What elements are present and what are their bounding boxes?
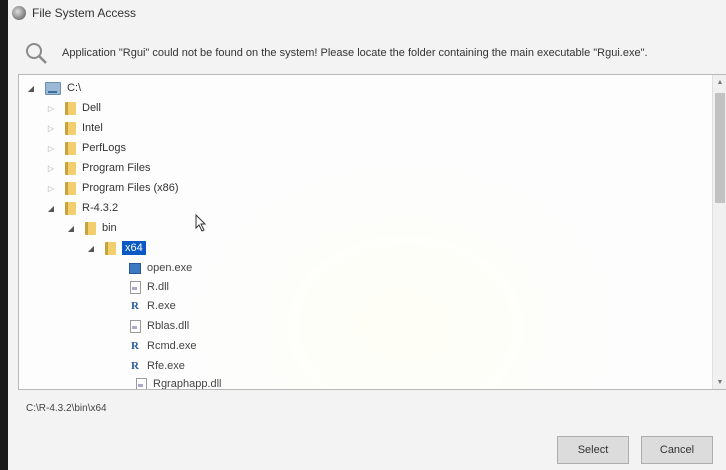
dll-icon [135, 377, 147, 389]
tree-node-label: bin [102, 222, 117, 234]
tree-node-folder[interactable]: ▷ Program Files (x86) [45, 179, 179, 197]
tree-node-folder-selected[interactable]: ◢ x64 [85, 239, 146, 257]
folder-icon [65, 161, 76, 175]
expanded-arrow-icon[interactable]: ◢ [45, 204, 57, 213]
tree-file-item[interactable]: open.exe [129, 259, 192, 277]
vertical-scrollbar[interactable]: ▲ ▼ [712, 75, 726, 389]
tree-node-drive-c[interactable]: ◢ C:\ [25, 79, 81, 97]
file-system-access-dialog: File System Access Application "Rgui" co… [8, 0, 726, 470]
tree-node-folder[interactable]: ▷ Intel [45, 119, 103, 137]
search-icon [26, 43, 47, 64]
message-row: Application "Rgui" could not be found on… [24, 38, 716, 68]
tree-node-label: Intel [82, 122, 103, 134]
tree-file-item[interactable]: R R.exe [129, 297, 176, 315]
title-bar: File System Access [8, 0, 726, 26]
folder-icon [85, 221, 96, 235]
tree-node-label: PerfLogs [82, 142, 127, 154]
collapsed-arrow-icon[interactable]: ▷ [45, 104, 57, 113]
dll-icon [129, 319, 141, 333]
scroll-up-arrow-icon[interactable]: ▲ [713, 75, 726, 89]
dll-icon [129, 280, 141, 294]
folder-tree-panel[interactable]: ◢ C:\ ▷ Dell ▷ Intel ▷ PerfLogs ▷ Progra… [18, 74, 726, 390]
file-label: open.exe [147, 262, 193, 274]
tree-node-label: C:\ [67, 82, 82, 94]
tree-node-label-selected[interactable]: x64 [122, 241, 146, 255]
file-label: Rcmd.exe [147, 340, 197, 352]
folder-icon [65, 201, 76, 215]
tree-node-folder[interactable]: ▷ PerfLogs [45, 139, 126, 157]
tree-file-item[interactable]: Rblas.dll [129, 317, 189, 335]
folder-icon [65, 141, 76, 155]
expanded-arrow-icon[interactable]: ◢ [85, 244, 97, 253]
tree-file-item[interactable]: Rgraphapp.dll [135, 375, 222, 390]
file-label: Rgraphapp.dll [153, 378, 222, 390]
screen-bezel [0, 0, 8, 470]
error-message: Application "Rgui" could not be found on… [62, 47, 648, 59]
collapsed-arrow-icon[interactable]: ▷ [45, 184, 57, 193]
r-icon: R [131, 340, 139, 352]
expanded-arrow-icon[interactable]: ◢ [25, 84, 37, 93]
tree-node-label: R-4.3.2 [82, 202, 119, 214]
tree-file-item[interactable]: R Rfe.exe [129, 357, 185, 375]
folder-tree[interactable]: ◢ C:\ ▷ Dell ▷ Intel ▷ PerfLogs ▷ Progra… [19, 75, 713, 389]
tree-file-item[interactable]: R.dll [129, 278, 169, 296]
folder-icon [65, 121, 76, 135]
file-label: Rfe.exe [147, 360, 185, 372]
file-label: R.exe [147, 300, 176, 312]
tree-node-label: Dell [82, 102, 101, 114]
collapsed-arrow-icon[interactable]: ▷ [45, 124, 57, 133]
scroll-thumb[interactable] [715, 93, 725, 203]
tree-file-item[interactable]: R Rcmd.exe [129, 337, 197, 355]
folder-icon [105, 241, 116, 255]
collapsed-arrow-icon[interactable]: ▷ [45, 164, 57, 173]
tree-node-folder-bin[interactable]: ◢ bin [65, 219, 117, 237]
selected-path: C:\R-4.3.2\bin\x64 [26, 403, 107, 414]
collapsed-arrow-icon[interactable]: ▷ [45, 144, 57, 153]
tree-node-label: Program Files [82, 162, 151, 174]
tree-node-folder[interactable]: ▷ Program Files [45, 159, 150, 177]
cancel-button[interactable]: Cancel [641, 436, 713, 464]
tree-node-folder[interactable]: ▷ Dell [45, 99, 101, 117]
file-label: Rblas.dll [147, 320, 190, 332]
scroll-down-arrow-icon[interactable]: ▼ [713, 375, 726, 389]
tree-node-folder[interactable]: ◢ R-4.3.2 [45, 199, 118, 217]
expanded-arrow-icon[interactable]: ◢ [65, 224, 77, 233]
r-icon: R [131, 360, 139, 372]
drive-icon [45, 81, 61, 95]
r-icon: R [131, 300, 139, 312]
exe-icon [129, 262, 141, 274]
select-button[interactable]: Select [557, 436, 629, 464]
window-title: File System Access [32, 6, 137, 20]
folder-icon [65, 101, 76, 115]
app-icon [12, 6, 26, 20]
file-label: R.dll [147, 281, 170, 293]
tree-node-label: Program Files (x86) [82, 182, 179, 194]
mouse-cursor-icon [195, 214, 207, 232]
folder-icon [65, 181, 76, 195]
